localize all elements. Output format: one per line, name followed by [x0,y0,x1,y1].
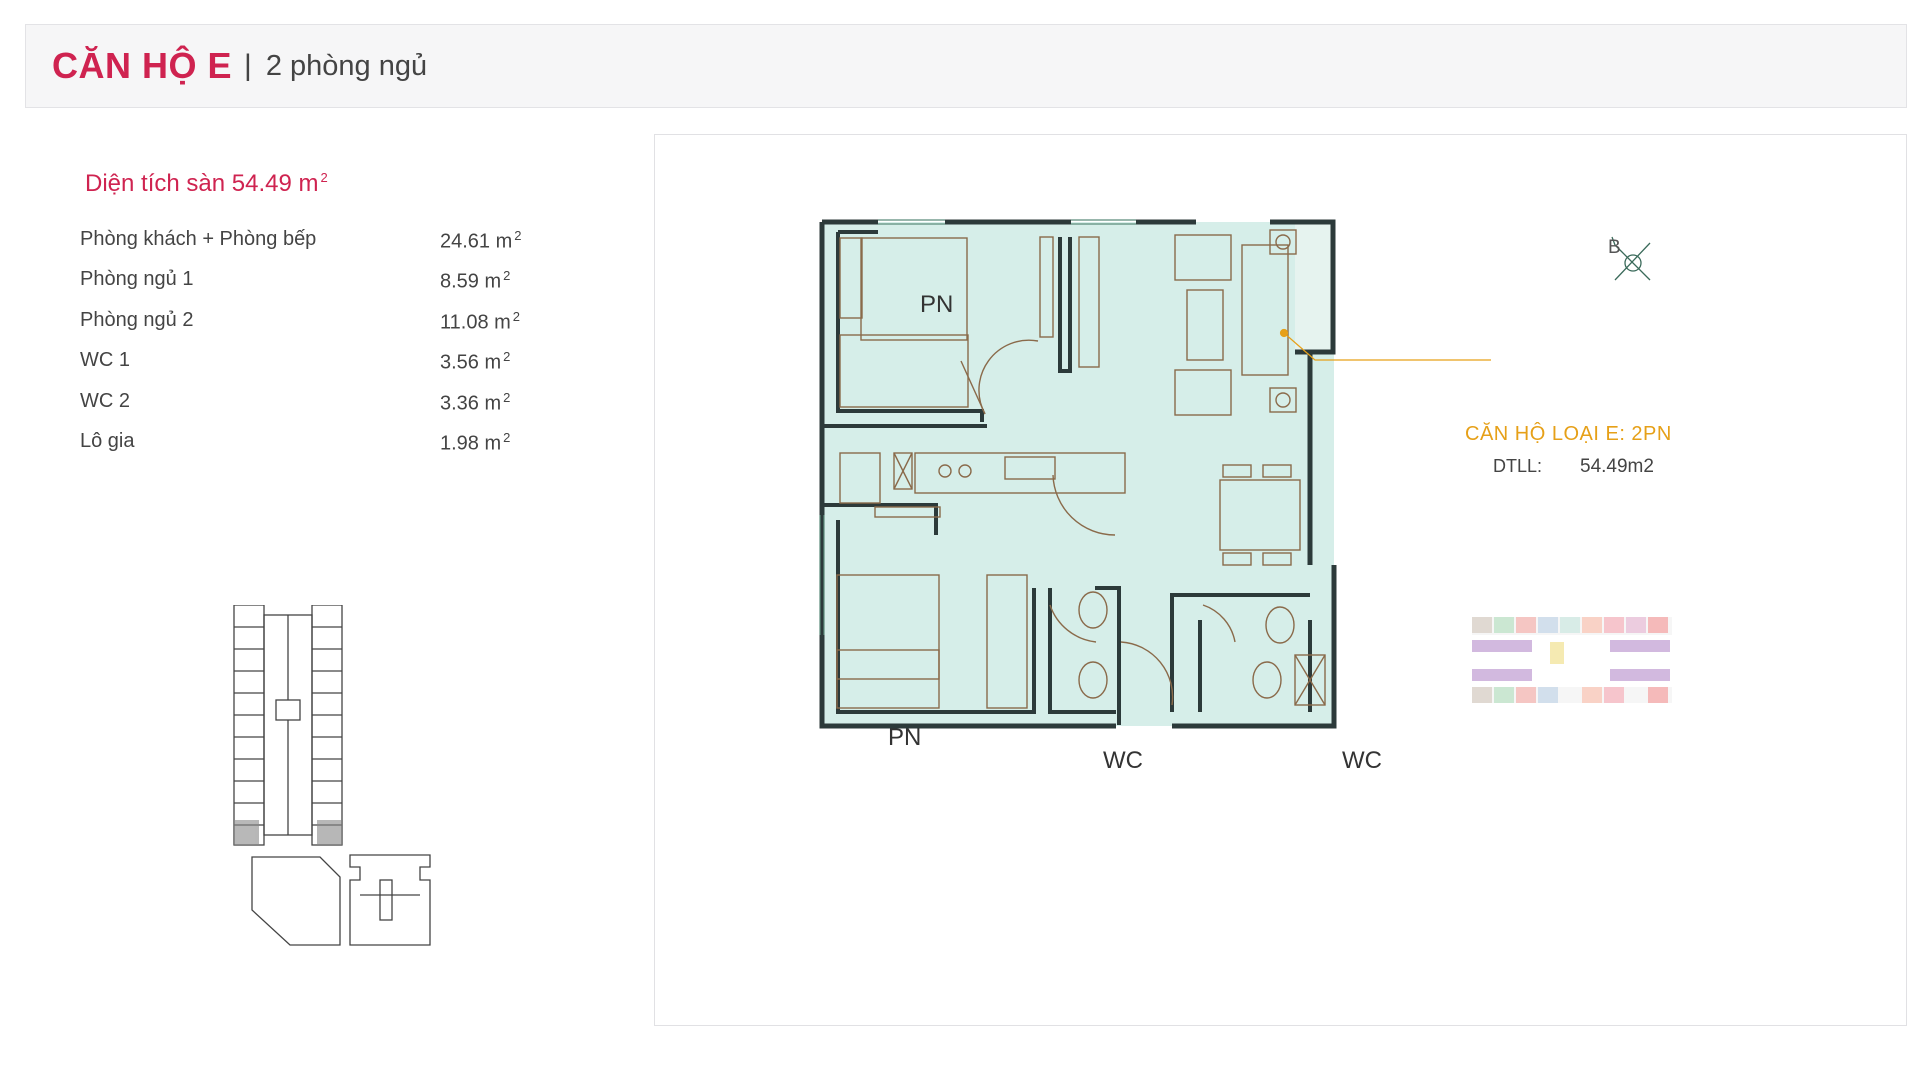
room-row: Lô gia 1.98 m2 [80,430,560,470]
room-name: Phòng ngủ 2 [80,308,194,331]
room-area: 3.36 m2 [440,389,511,415]
floor-key-legend [1472,617,1672,703]
room-area: 3.56 m2 [440,349,511,374]
total-floor-area: Diện tích sàn 54.49 m2 [85,170,328,198]
wc-1-label: WC [1103,747,1143,774]
room-row: WC 2 3.36 m2 [80,390,560,430]
floor-plan-drawing [819,219,1672,729]
room-area: 8.59 m2 [440,268,511,294]
room-name: WC 1 [80,349,130,372]
room-name: WC 2 [80,389,130,412]
usable-area-label: DTLL: [1493,456,1543,476]
floor-plan-panel: PN PN WC WC CĂN HỘ LOẠI E: 2PN DTLL: 54.… [654,134,1907,1026]
bedroom-count: 2 phòng ngủ [265,49,428,82]
bedroom-1-label: PN [920,291,954,318]
room-row: Phòng ngủ 1 8.59 m2 [80,268,560,308]
page-header: CĂN HỘ E | 2 phòng ngủ [25,24,1907,108]
title-separator: | [244,49,252,82]
room-name: Phòng khách + Phòng bếp [80,228,317,250]
wc-2-label: WC [1342,747,1382,774]
room-row: Phòng khách + Phòng bếp 24.61 m2 [80,228,560,268]
room-name: Phòng ngủ 1 [80,268,194,291]
usable-area-value: 54.49m2 [1580,456,1654,477]
room-row: Phòng ngủ 2 11.08 m2 [80,309,560,349]
room-name: Lô gia [80,429,135,452]
building-key-plan [233,605,431,946]
total-floor-area-label: Diện tích sàn 54.49 m [85,170,319,197]
room-area: 11.08 m2 [440,308,521,334]
room-area: 1.98 m2 [440,429,511,455]
room-area: 24.61 m2 [440,228,522,253]
room-row: WC 1 3.56 m2 [80,349,560,389]
room-area-list: Phòng khách + Phòng bếp 24.61 m2 Phòng n… [80,228,560,470]
apartment-type-label: CĂN HỘ LOẠI E: 2PN [1465,423,1672,445]
apartment-title: CĂN HỘ E [52,45,233,86]
total-floor-area-unit: 2 [320,170,328,185]
compass-direction-label: B [1608,237,1621,258]
bedroom-2-label: PN [888,724,922,751]
